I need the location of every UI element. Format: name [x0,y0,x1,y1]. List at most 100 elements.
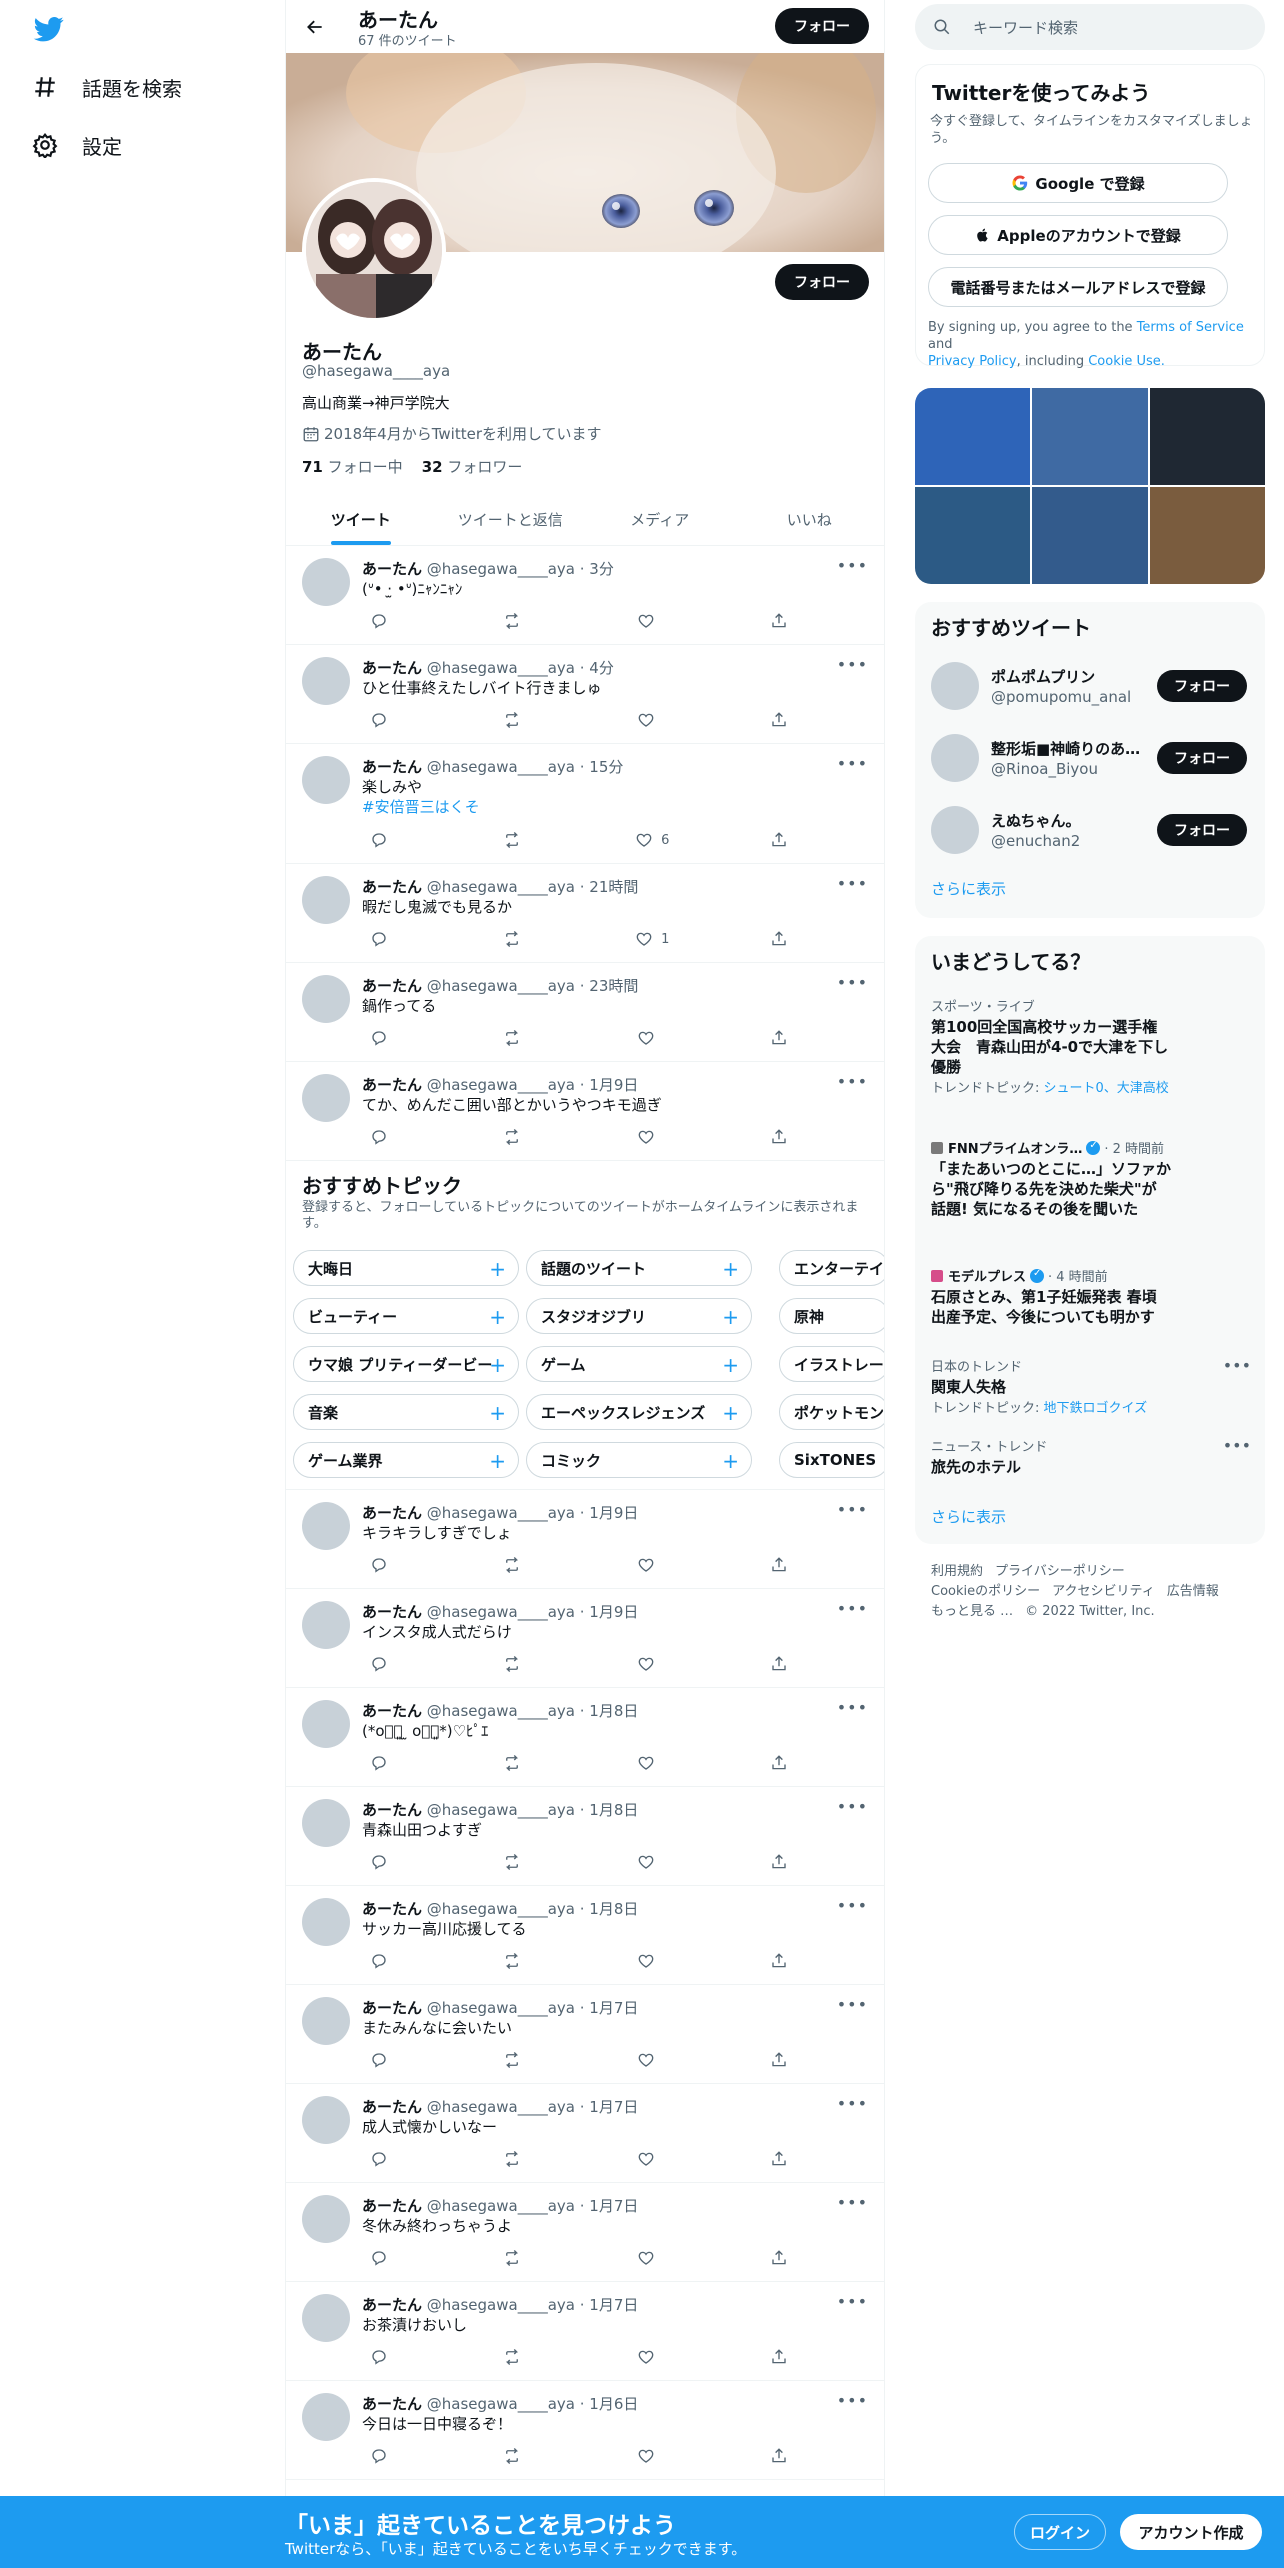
search-input[interactable]: キーワード検索 [973,17,1078,38]
tweet-author-name[interactable]: あーたん [362,2395,422,2413]
tab-media[interactable]: メディア [585,493,735,545]
media-thumbnail[interactable] [1149,487,1265,584]
topic-chip[interactable]: SixTONES [779,1442,884,1478]
more-options-icon[interactable]: ••• [837,2193,868,2212]
media-thumbnail[interactable] [1032,487,1148,584]
tweet-avatar[interactable] [302,975,350,1023]
tweet-author-name[interactable]: あーたん [362,1900,422,1918]
trend-item[interactable]: スポーツ・ライブ 第100回全国高校サッカー選手権大会 青森山田が4-0で大津を下… [931,996,1251,1097]
like-button[interactable] [629,1852,669,1872]
tweet-author-name[interactable]: あーたん [362,1801,422,1819]
like-button[interactable] [629,1654,669,1674]
suggested-follow-button[interactable]: フォロー [1157,814,1247,846]
like-button[interactable] [629,1753,669,1773]
privacy-link[interactable]: Privacy Policy [928,354,1017,369]
tweet-handle-time[interactable]: @hasegawa____aya · 15分 [427,758,624,776]
tweet-handle-time[interactable]: @hasegawa____aya · 1月9日 [427,1603,639,1621]
phone-email-signup-button[interactable]: 電話番号またはメールアドレスで登録 [928,267,1228,307]
tab-tweets-and-replies[interactable]: ツイートと返信 [436,493,586,545]
tweet-author-name[interactable]: あーたん [362,2098,422,2116]
twitter-logo-icon[interactable] [32,14,66,44]
followers-link[interactable]: 32 フォロワー [422,458,523,476]
tweet[interactable]: あーたん @hasegawa____aya · 15分 ••• 楽しみや #安倍晋三は… [286,744,884,864]
nav-explore[interactable]: 話題を検索 [32,67,182,107]
tweet[interactable]: あーたん @hasegawa____aya · 23時間 ••• 鍋作ってる [286,963,884,1062]
share-button[interactable] [762,929,802,949]
more-options-icon[interactable]: ••• [837,2391,868,2410]
tweet-handle-time[interactable]: @hasegawa____aya · 23時間 [427,977,639,995]
footer-link[interactable]: もっと見る … [931,1604,1013,1619]
tweet[interactable]: あーたん @hasegawa____aya · 1月7日 ••• またみんなに会いた… [286,1985,884,2084]
topic-chip[interactable]: 大晦日 + [293,1250,519,1286]
reply-button[interactable] [362,1555,402,1575]
share-button[interactable] [762,2248,802,2268]
trend-item[interactable]: モデルプレス · 4 時間前石原さとみ、第1子妊娠発表 春頃出産予定、今後について… [931,1266,1251,1327]
media-thumbnail[interactable] [1149,388,1265,485]
retweet-button[interactable] [495,1951,535,1971]
reply-button[interactable] [362,710,402,730]
tweet-author-name[interactable]: あーたん [362,659,422,677]
retweet-button[interactable] [495,1753,535,1773]
tweet-avatar[interactable] [302,1700,350,1748]
tweet-handle-time[interactable]: @hasegawa____aya · 1月7日 [427,2197,639,2215]
tweet[interactable]: あーたん @hasegawa____aya · 1月7日 ••• お茶漬けおいし [286,2282,884,2381]
tab-likes[interactable]: いいね [735,493,885,545]
retweet-button[interactable] [495,929,535,949]
tweet-avatar[interactable] [302,2294,350,2342]
signup-button[interactable]: アカウント作成 [1120,2514,1262,2550]
tweet-author-name[interactable]: あーたん [362,758,422,776]
tweet-avatar[interactable] [302,876,350,924]
like-button[interactable] [629,710,669,730]
share-button[interactable] [762,2149,802,2169]
reply-button[interactable] [362,1654,402,1674]
tweet-handle-time[interactable]: @hasegawa____aya · 4分 [427,659,614,677]
tweet[interactable]: あーたん @hasegawa____aya · 1月6日 ••• 今日は一日中寝るぞ… [286,2381,884,2480]
share-button[interactable] [762,611,802,631]
like-button[interactable]: 6 [627,830,669,850]
trend-subtopic-link[interactable]: 地下鉄ロゴクイズ [1044,1401,1148,1416]
reply-button[interactable] [362,2050,402,2070]
retweet-button[interactable] [495,1654,535,1674]
more-options-icon[interactable]: ••• [837,1599,868,1618]
login-button[interactable]: ログイン [1014,2514,1106,2550]
topic-chip[interactable]: ウマ娘 プリティーダービー + [293,1346,519,1382]
retweet-button[interactable] [495,2149,535,2169]
share-button[interactable] [762,2446,802,2466]
reply-button[interactable] [362,1127,402,1147]
more-options-icon[interactable]: ••• [837,1500,868,1519]
tweet-handle-time[interactable]: @hasegawa____aya · 1月9日 [427,1076,639,1094]
media-thumbnail[interactable] [915,487,1031,584]
tweet[interactable]: あーたん @hasegawa____aya · 1月9日 ••• てか、めんだこ囲い… [286,1062,884,1161]
retweet-button[interactable] [495,830,535,850]
tweet[interactable]: あーたん @hasegawa____aya · 3分 ••• (ᐡ• ·̫ •ᐡ)… [286,546,884,645]
more-options-icon[interactable]: ••• [837,1698,868,1717]
tweet-author-name[interactable]: あーたん [362,878,422,896]
tweet-avatar[interactable] [302,657,350,705]
more-options-icon[interactable]: ••• [837,1995,868,2014]
like-button[interactable] [629,2050,669,2070]
retweet-button[interactable] [495,611,535,631]
suggested-user-name[interactable]: 整形垢■神崎りのあ… [991,738,1141,759]
suggested-follow-button[interactable]: フォロー [1157,742,1247,774]
tweet-avatar[interactable] [302,558,350,606]
share-button[interactable] [762,710,802,730]
tweet-handle-time[interactable]: @hasegawa____aya · 21時間 [427,878,639,896]
topic-chip[interactable]: エーペックスレジェンズ + [526,1394,752,1430]
tweet-handle-time[interactable]: @hasegawa____aya · 1月8日 [427,1900,639,1918]
share-button[interactable] [762,2050,802,2070]
nav-settings[interactable]: 設定 [32,125,122,165]
tweet[interactable]: あーたん @hasegawa____aya · 1月7日 ••• 冬休み終わっちゃう… [286,2183,884,2282]
tweet[interactable]: あーたん @hasegawa____aya · 1月9日 ••• キラキラしすぎでし… [286,1490,884,1589]
retweet-button[interactable] [495,2347,535,2367]
retweet-button[interactable] [495,2050,535,2070]
suggested-user-avatar[interactable] [931,662,979,710]
reply-button[interactable] [362,2446,402,2466]
topic-chip[interactable]: 原神 [779,1298,884,1334]
back-arrow-icon[interactable] [302,14,328,40]
footer-link[interactable]: Cookieのポリシー [931,1584,1040,1599]
trends-more-link[interactable]: さらに表示 [931,1506,1006,1527]
suggest-more-link[interactable]: さらに表示 [931,878,1006,899]
suggested-user-name[interactable]: ポムポムプリン [991,666,1141,687]
retweet-button[interactable] [495,710,535,730]
reply-button[interactable] [362,2347,402,2367]
